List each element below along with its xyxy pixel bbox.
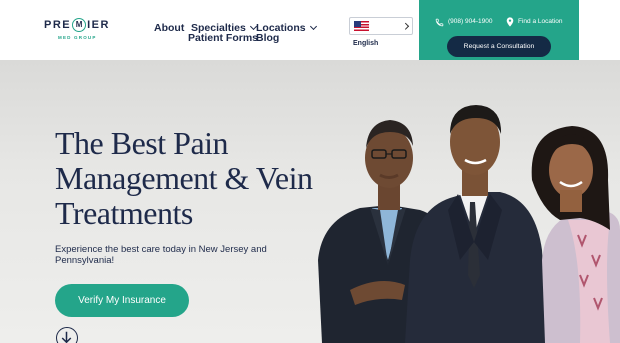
premier-logo[interactable]: PRE M IER MED GROUP [44, 18, 118, 44]
request-consultation-button[interactable]: Request a Consultation [447, 36, 551, 57]
us-flag-icon [354, 21, 369, 31]
nav-about[interactable]: About [154, 22, 184, 34]
logo-m-badge: M [72, 18, 87, 32]
language-selector[interactable] [349, 17, 413, 35]
logo-wordmark: PRE M IER [44, 18, 110, 32]
find-location-link[interactable]: Find a Location [518, 18, 562, 25]
nav-patient-forms[interactable]: Patient Forms [188, 32, 258, 44]
nav-blog[interactable]: Blog [256, 32, 279, 44]
hero-section: The Best Pain Management & Vein Treatmen… [0, 60, 620, 343]
hero-title: The Best Pain Management & Vein Treatmen… [55, 125, 313, 231]
chevron-right-icon [401, 23, 408, 30]
logo-tagline: MED GROUP [58, 35, 97, 40]
doctor-center-figure [405, 105, 548, 343]
scroll-down-button[interactable] [56, 327, 78, 343]
doctors-photo [318, 105, 620, 343]
chevron-down-icon [309, 22, 317, 31]
site-header: PRE M IER MED GROUP About Specialties Loca… [0, 0, 620, 60]
arrow-down-icon [61, 331, 72, 343]
map-pin-icon [506, 17, 514, 27]
language-label: English [353, 40, 379, 47]
verify-insurance-button[interactable]: Verify My Insurance [55, 284, 189, 317]
hero-subtitle: Experience the best care today in New Je… [55, 244, 267, 266]
doctor-right-figure [531, 126, 620, 343]
phone-link[interactable]: (908) 904-1900 [448, 18, 492, 25]
phone-icon [435, 18, 444, 27]
